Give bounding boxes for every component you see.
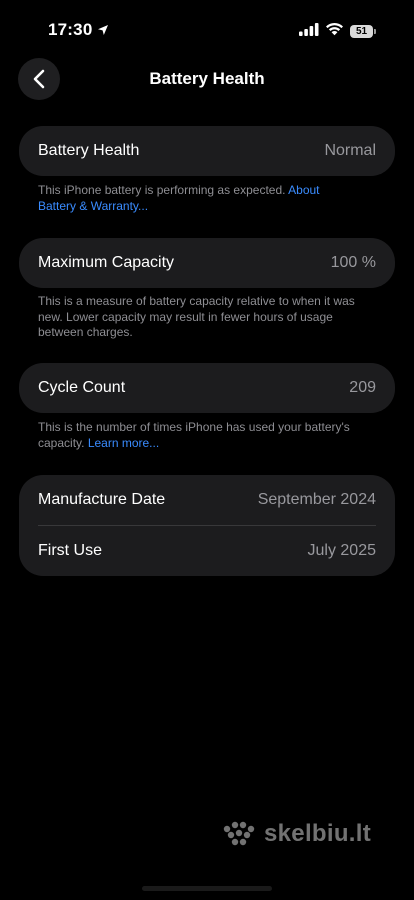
watermark-dots-icon [223,821,255,846]
maximum-capacity-label: Maximum Capacity [38,254,175,271]
status-bar: 17:30 51 [0,0,414,60]
status-icons: 51 [299,22,376,41]
first-use-row: First Use July 2025 [19,526,395,576]
battery-health-footnote-text: This iPhone battery is performing as exp… [38,183,286,197]
maximum-capacity-row: Maximum Capacity 100 % [19,238,395,288]
manufacture-date-label: Manufacture Date [38,491,166,508]
battery-health-row[interactable]: Battery Health Normal [19,126,395,176]
battery-level: 51 [355,25,368,37]
maximum-capacity-value: 100 % [330,254,376,271]
battery-health-footnote: This iPhone battery is performing as exp… [38,183,358,214]
maximum-capacity-footnote: This is a measure of battery capacity re… [38,294,355,339]
first-use-label: First Use [38,542,102,559]
watermark-text: skelbiu.lt [264,820,372,847]
maximum-capacity-card: Maximum Capacity 100 % [19,238,395,288]
battery-health-card: Battery Health Normal [19,126,395,176]
dates-card: Manufacture Date September 2024 First Us… [19,475,395,576]
watermark: skelbiu.lt [222,820,371,848]
first-use-value: July 2025 [307,542,377,559]
battery-cap [374,29,376,34]
cycle-count-card: Cycle Count 209 [19,363,395,413]
battery-body: 51 [350,24,374,38]
cycle-count-row: Cycle Count 209 [19,363,395,413]
page-title: Battery Health [149,69,265,88]
battery-health-value: Normal [324,142,376,159]
battery-health-label: Battery Health [38,142,140,159]
wifi-icon [325,22,344,41]
cellular-signal-icon [299,22,319,41]
cycle-count-footnote-text: This is the number of times iPhone has u… [38,420,350,450]
home-indicator[interactable] [142,886,272,891]
learn-more-link[interactable]: Learn more... [88,436,159,450]
cycle-count-label: Cycle Count [38,379,126,396]
status-time: 17:30 [48,20,93,39]
cycle-count-value: 209 [349,379,376,396]
cycle-count-footnote: This is the number of times iPhone has u… [38,420,358,451]
location-arrow-icon [97,24,109,36]
manufacture-date-row: Manufacture Date September 2024 [19,475,395,525]
manufacture-date-value: September 2024 [257,491,376,508]
status-time-group: 17:30 [48,20,109,40]
battery-icon: 51 [350,24,376,39]
